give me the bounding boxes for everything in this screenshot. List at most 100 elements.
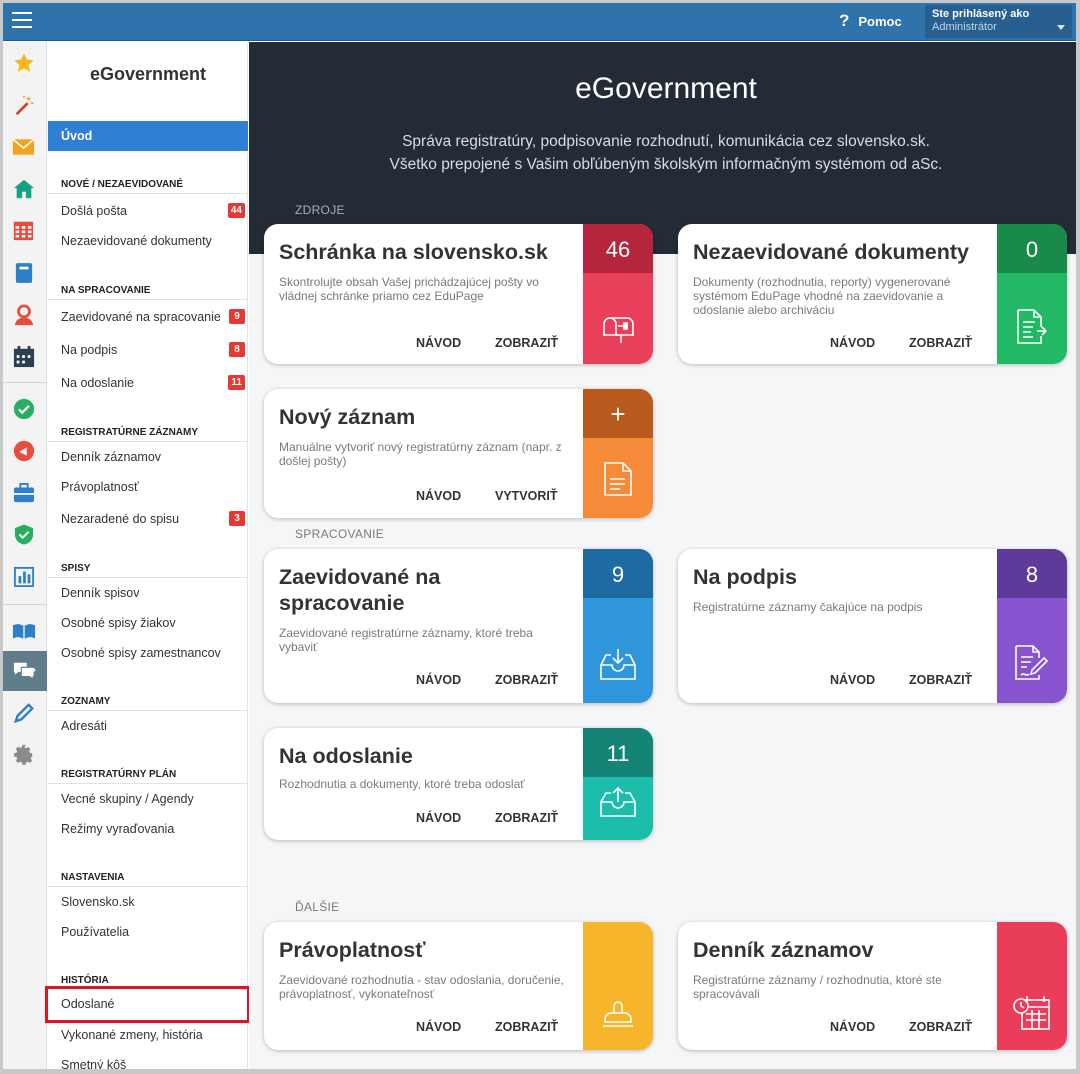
- zobrazit-button[interactable]: ZOBRAZIŤ: [495, 673, 558, 687]
- sidebar-item-osobne-zamestnancov[interactable]: Osobné spisy zamestnancov: [48, 639, 248, 667]
- zobrazit-button[interactable]: ZOBRAZIŤ: [909, 1020, 972, 1034]
- sidebar-item-label: Na odoslanie: [61, 376, 134, 390]
- navod-button[interactable]: NÁVOD: [416, 336, 461, 350]
- gear-icon[interactable]: [11, 742, 36, 767]
- briefcase-icon[interactable]: [11, 480, 36, 505]
- sidebar-item-smetny-kos[interactable]: Smetný kôš: [48, 1051, 248, 1069]
- main-content: eGovernment Správa registratúry, podpiso…: [249, 42, 1076, 1069]
- book-icon[interactable]: [11, 260, 36, 285]
- home-icon[interactable]: [11, 176, 36, 201]
- card-title: Nový záznam: [279, 405, 416, 429]
- navod-button[interactable]: NÁVOD: [416, 811, 461, 825]
- sidebar-item-osobne-ziakov[interactable]: Osobné spisy žiakov: [48, 609, 248, 637]
- document-export-icon: [997, 308, 1067, 346]
- navod-button[interactable]: NÁVOD: [416, 1020, 461, 1034]
- star-icon[interactable]: [11, 50, 36, 75]
- sidebar-item-dennik-spisov[interactable]: Denník spisov: [48, 579, 248, 607]
- zobrazit-button[interactable]: ZOBRAZIŤ: [909, 336, 972, 350]
- add-icon[interactable]: +: [583, 389, 653, 438]
- rail-divider: [3, 604, 47, 605]
- module-rail: [3, 42, 47, 1069]
- sidebar-item-vykonane-zmeny[interactable]: Vykonané zmeny, história: [48, 1021, 248, 1049]
- zobrazit-button[interactable]: ZOBRAZIŤ: [495, 1020, 558, 1034]
- user-icon[interactable]: [11, 302, 36, 327]
- zobrazit-button[interactable]: ZOBRAZIŤ: [909, 673, 972, 687]
- card-na-odoslanie[interactable]: Na odoslanie Rozhodnutia a dokumenty, kt…: [264, 728, 653, 840]
- zobrazit-button[interactable]: ZOBRAZIŤ: [495, 811, 558, 825]
- card-schranka[interactable]: Schránka na slovensko.sk Skontrolujte ob…: [264, 224, 653, 364]
- card-side-panel: 8: [997, 549, 1067, 703]
- section-header-nove: NOVÉ / NEZAEVIDOVANÉ: [48, 179, 248, 194]
- navod-button[interactable]: NÁVOD: [830, 673, 875, 687]
- hero-line-1: Správa registratúry, podpisovanie rozhod…: [402, 133, 930, 150]
- sidebar-item-uvod[interactable]: Úvod: [48, 121, 248, 151]
- section-header-spisy: SPISY: [48, 563, 248, 578]
- sidebar-item-nezaevidovane[interactable]: Nezaevidované dokumenty: [48, 227, 248, 255]
- card-title: Schránka na slovensko.sk: [279, 240, 548, 264]
- chat-icon[interactable]: [11, 658, 36, 683]
- card-description: Manuálne vytvoriť nový registratúrny záz…: [279, 440, 562, 468]
- card-dennik-zaznamov[interactable]: Denník záznamov Registratúrne záznamy / …: [678, 922, 1067, 1050]
- card-pravoplatnost[interactable]: Právoplatnosť Zaevidované rozhodnutia - …: [264, 922, 653, 1050]
- vytvorit-button[interactable]: VYTVORIŤ: [495, 489, 558, 503]
- top-bar: ? Pomoc Ste prihlásený ako Administrátor: [3, 3, 1076, 41]
- sidebar-item-rezimy[interactable]: Režimy vyraďovania: [48, 815, 248, 843]
- login-user: Administrátor: [932, 21, 997, 33]
- navod-button[interactable]: NÁVOD: [416, 673, 461, 687]
- sidebar-item-zaevidovane[interactable]: Zaevidované na spracovanie 9: [48, 303, 248, 331]
- sidebar-item-pravoplatnost[interactable]: Právoplatnosť: [48, 473, 248, 501]
- pen-icon[interactable]: [11, 700, 36, 725]
- sidebar-item-pouzivatelia[interactable]: Používatelia: [48, 918, 248, 946]
- card-title: Nezaevidované dokumenty: [693, 240, 970, 264]
- navod-button[interactable]: NÁVOD: [830, 1020, 875, 1034]
- document-icon: [583, 461, 653, 497]
- sidebar-title: eGovernment: [89, 64, 207, 84]
- count-badge: 8: [229, 342, 245, 357]
- card-side-panel: [583, 922, 653, 1050]
- section-header-plan: REGISTRATÚRNY PLÁN: [48, 769, 248, 784]
- user-menu[interactable]: Ste prihlásený ako Administrátor: [925, 5, 1072, 38]
- sidebar-item-label: Zaevidované na spracovanie: [61, 310, 221, 324]
- card-novy-zaznam[interactable]: Nový záznam Manuálne vytvoriť nový regis…: [264, 389, 653, 518]
- check-circle-icon[interactable]: [11, 396, 36, 421]
- card-zaevidovane[interactable]: Zaevidované na spracovanie Zaevidované r…: [264, 549, 653, 703]
- sidebar-item-na-podpis[interactable]: Na podpis 8: [48, 336, 248, 364]
- navod-button[interactable]: NÁVOD: [416, 489, 461, 503]
- card-description: Registratúrne záznamy čakajúce na podpis: [693, 600, 923, 614]
- navod-button[interactable]: NÁVOD: [830, 336, 875, 350]
- calendar-history-icon: [997, 992, 1067, 1032]
- help-button[interactable]: ? Pomoc: [839, 11, 902, 31]
- planner-icon[interactable]: [11, 344, 36, 369]
- count-badge: 9: [229, 309, 245, 324]
- menu-icon[interactable]: [12, 12, 32, 28]
- sidebar-item-label: Na podpis: [61, 343, 118, 357]
- bar-chart-icon[interactable]: [11, 564, 36, 589]
- chevron-down-icon: [1057, 25, 1065, 30]
- card-na-podpis[interactable]: Na podpis Registratúrne záznamy čakajúce…: [678, 549, 1067, 703]
- card-description: Zaevidované rozhodnutia - stav odoslania…: [279, 973, 564, 1001]
- section-label-spracovanie: SPRACOVANIE: [295, 527, 385, 541]
- help-label: Pomoc: [858, 13, 902, 29]
- sidebar-item-odoslane[interactable]: Odoslané: [48, 990, 248, 1018]
- magic-wand-icon[interactable]: [11, 92, 36, 117]
- sidebar-item-nezaradene[interactable]: Nezaradené do spisu 3: [48, 505, 248, 533]
- sidebar-item-dennik-zaznamov[interactable]: Denník záznamov: [48, 443, 248, 471]
- sidebar-item-slovensko[interactable]: Slovensko.sk: [48, 888, 248, 916]
- sidebar-item-dosla-posta[interactable]: Došlá pošta 44: [48, 197, 248, 225]
- document-sign-icon: [997, 644, 1067, 682]
- envelope-icon[interactable]: [11, 134, 36, 159]
- sidebar-item-adresati[interactable]: Adresáti: [48, 712, 248, 740]
- sidebar-item-na-odoslanie[interactable]: Na odoslanie 11: [48, 369, 248, 397]
- megaphone-icon[interactable]: [11, 438, 36, 463]
- open-book-icon[interactable]: [11, 618, 36, 643]
- section-header-zoznamy: ZOZNAMY: [48, 696, 248, 711]
- card-title: Na podpis: [693, 565, 797, 589]
- login-caption: Ste prihlásený ako: [932, 8, 1030, 20]
- calendar-grid-icon[interactable]: [11, 218, 36, 243]
- shield-icon[interactable]: [11, 522, 36, 547]
- sidebar-item-vecne-skupiny[interactable]: Vecné skupiny / Agendy: [48, 785, 248, 813]
- card-nezaevidovane[interactable]: Nezaevidované dokumenty Dokumenty (rozho…: [678, 224, 1067, 364]
- zobrazit-button[interactable]: ZOBRAZIŤ: [495, 336, 558, 350]
- section-label-zdroje: ZDROJE: [295, 203, 345, 217]
- card-side-panel: +: [583, 389, 653, 518]
